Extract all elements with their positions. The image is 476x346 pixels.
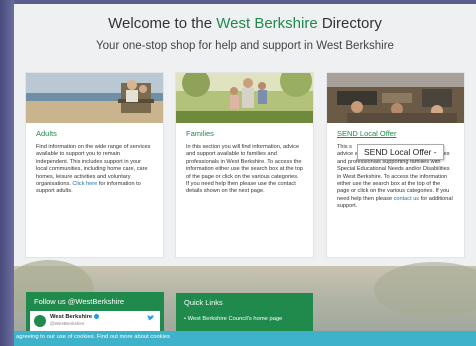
window-frame-left <box>0 0 14 346</box>
families-image <box>176 73 313 123</box>
card-families[interactable]: Families In this section you will find i… <box>175 72 314 258</box>
page-title: Welcome to the West Berkshire Directory <box>14 15 476 32</box>
twitter-bird-icon[interactable] <box>147 315 155 321</box>
twitter-handle: @WestBerkshire <box>50 321 85 326</box>
cookie-banner: agreeing to our use of cookies. Find out… <box>14 331 476 346</box>
card-send-local-offer[interactable]: SEND Local Offer This sadvice and suppor… <box>326 72 465 258</box>
twitter-account-name[interactable]: West Berkshire <box>50 314 100 321</box>
page-header: Welcome to the West Berkshire Directory … <box>14 4 476 52</box>
card-heading-send[interactable]: SEND Local Offer <box>337 129 454 138</box>
adults-click-here-link[interactable]: Click here <box>72 181 97 187</box>
quick-link-item[interactable]: • West Berkshire Council's home page <box>176 312 313 326</box>
title-suffix: Directory <box>317 15 382 32</box>
cookie-text: agreeing to our use of cookies. <box>16 334 97 340</box>
card-adults[interactable]: Adults Find information on the wide rang… <box>25 72 164 258</box>
send-image <box>327 73 464 123</box>
directory-page: Welcome to the West Berkshire Directory … <box>14 4 476 346</box>
title-brand: West Berkshire <box>216 15 318 32</box>
cookie-info-link[interactable]: Find out more about cookies <box>97 334 170 340</box>
tree-decoration <box>374 262 476 318</box>
card-heading-families[interactable]: Families <box>186 129 303 138</box>
adults-image <box>26 73 163 123</box>
twitter-account-name-text: West Berkshire <box>50 314 93 321</box>
twitter-avatar <box>34 315 46 327</box>
card-heading-adults[interactable]: Adults <box>36 129 153 138</box>
send-contact-us-link[interactable]: contact us <box>394 196 420 202</box>
card-text-send-start: This s <box>337 144 352 150</box>
twitter-panel-title: Follow us @WestBerkshire <box>34 297 124 306</box>
quick-links-title: Quick Links <box>184 298 223 307</box>
page-subtitle: Your one-stop shop for help and support … <box>96 40 394 52</box>
title-prefix: Welcome to the <box>108 15 217 32</box>
send-tooltip: SEND Local Offer - <box>357 144 444 160</box>
category-cards: Adults Find information on the wide rang… <box>25 72 465 258</box>
quick-link-label[interactable]: West Berkshire Council's home page <box>188 316 283 322</box>
verified-icon <box>94 314 100 319</box>
card-text-adults: Find information on the wide range of se… <box>36 144 153 196</box>
card-text-families: In this section you will find informatio… <box>186 144 303 195</box>
